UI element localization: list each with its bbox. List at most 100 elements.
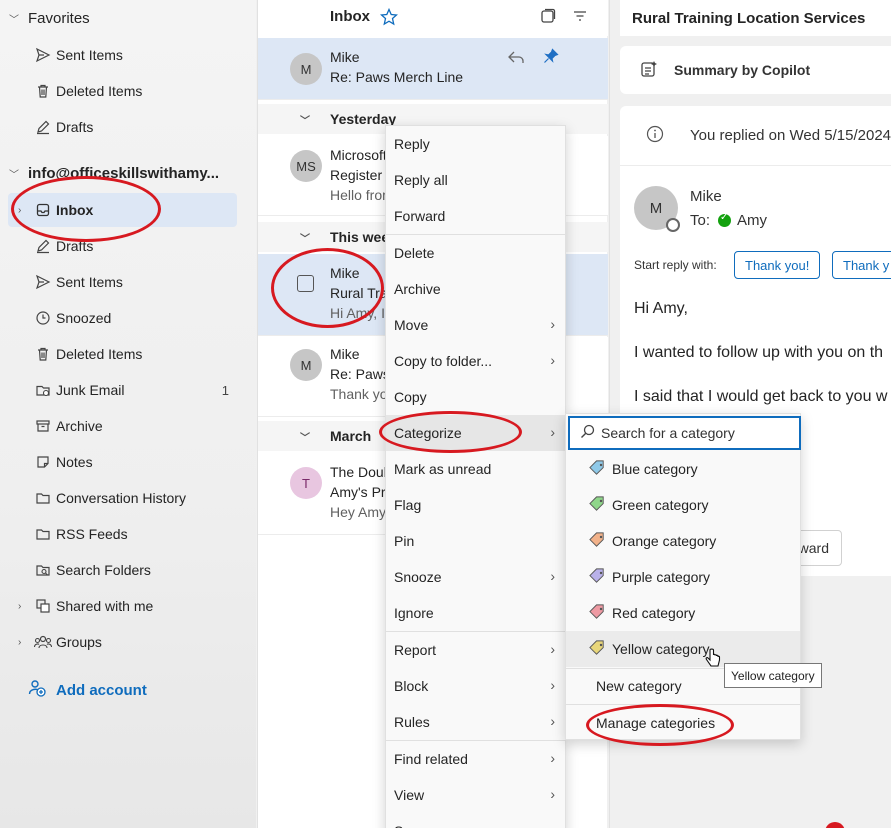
- star-icon[interactable]: [379, 7, 399, 29]
- favorite-drafts[interactable]: Drafts: [8, 110, 237, 144]
- copilot-label: Summary by Copilot: [674, 62, 811, 78]
- chevron-down-icon: ﹀: [300, 233, 310, 245]
- menu-item-copy[interactable]: Copy: [386, 379, 565, 415]
- menu-item-ignore[interactable]: Ignore: [386, 595, 565, 631]
- menu-label: Forward: [394, 208, 446, 224]
- reply-arrow-icon: [507, 49, 525, 68]
- folder-drafts[interactable]: Drafts: [8, 229, 237, 263]
- folder-deleted-items[interactable]: Deleted Items: [8, 337, 237, 371]
- category-label: Red category: [612, 605, 696, 621]
- menu-item-copy-to-folder[interactable]: Copy to folder... ›: [386, 343, 565, 379]
- message-title: Rural Training Location Services: [620, 0, 891, 36]
- menu-label: Flag: [394, 497, 422, 513]
- chevron-down-icon: ﹀: [300, 115, 310, 127]
- select-mode-icon[interactable]: [540, 8, 556, 27]
- tag-shape: [589, 459, 604, 475]
- tag-shape: [589, 567, 604, 583]
- body-text: Hi Amy,: [634, 300, 688, 317]
- menu-item-reply[interactable]: Reply: [386, 126, 565, 162]
- chevron-right-icon: ›: [550, 677, 555, 693]
- folder-inbox[interactable]: › Inbox: [8, 193, 237, 227]
- category-green[interactable]: Green category: [566, 487, 800, 523]
- category-purple[interactable]: Purple category: [566, 559, 800, 595]
- favorite-sent-items[interactable]: Sent Items: [8, 38, 237, 72]
- account-label: info@officeskillswithamy...: [28, 164, 220, 182]
- menu-item-archive[interactable]: Archive: [386, 271, 565, 307]
- pin-icon[interactable]: [543, 48, 559, 67]
- menu-item-snooze[interactable]: Snooze ›: [386, 559, 565, 595]
- avatar-initial: M: [649, 199, 663, 217]
- folder-rss-feeds[interactable]: RSS Feeds: [8, 517, 237, 551]
- folder-groups[interactable]: › Groups: [8, 625, 237, 659]
- add-account-button[interactable]: Add account: [28, 676, 147, 704]
- tag-icon: [588, 459, 608, 479]
- menu-item-categorize[interactable]: Categorize ›: [386, 415, 565, 451]
- filter-icon[interactable]: [572, 8, 588, 27]
- manage-categories-item[interactable]: Manage categories: [566, 705, 800, 741]
- unread-count: 1: [221, 382, 229, 398]
- menu-item-block[interactable]: Block ›: [386, 668, 565, 704]
- message-sender: Microsoft: [330, 147, 387, 163]
- folder-label: Snoozed: [56, 310, 112, 326]
- menu-item-move[interactable]: Move ›: [386, 307, 565, 343]
- chevron-right-icon: ›: [550, 641, 555, 657]
- menu-item-find-related[interactable]: Find related ›: [386, 741, 565, 777]
- folder-label: Search Folders: [56, 562, 151, 578]
- tag-shape: [589, 495, 604, 511]
- folder-junk-email[interactable]: Junk Email 1: [8, 373, 237, 407]
- category-orange[interactable]: Orange category: [566, 523, 800, 559]
- category-label: Orange category: [612, 533, 717, 549]
- menu-item-mark-as-unread[interactable]: Mark as unread: [386, 451, 565, 487]
- menu-item-forward[interactable]: Forward: [386, 198, 565, 234]
- copilot-summary-button[interactable]: Summary by Copilot: [620, 46, 891, 94]
- quick-reply-button[interactable]: Thank y: [832, 251, 891, 279]
- menu-item-pin[interactable]: Pin: [386, 523, 565, 559]
- folder-shared-with-me[interactable]: › Shared with me: [8, 589, 237, 623]
- message-sender: Mike: [330, 49, 360, 65]
- body-text: I wanted to follow up with you on th: [634, 344, 884, 361]
- menu-item-report[interactable]: Report ›: [386, 632, 565, 668]
- menu-item-view[interactable]: View ›: [386, 777, 565, 813]
- folder-label: Drafts: [56, 119, 94, 135]
- account-header[interactable]: ﹀ info@officeskillswithamy...: [0, 158, 219, 188]
- favorites-label: Favorites: [28, 9, 90, 27]
- recipient-name[interactable]: Amy: [737, 212, 767, 229]
- manage-categories-label: Manage categories: [596, 715, 716, 731]
- list-header: Inbox: [258, 0, 608, 36]
- sender-name[interactable]: Mike: [690, 188, 722, 205]
- menu-item-flag[interactable]: Flag: [386, 487, 565, 523]
- sender-avatar[interactable]: M: [634, 186, 680, 232]
- menu-item-reply-all[interactable]: Reply all: [386, 162, 565, 198]
- menu-label: Move: [394, 317, 429, 333]
- folder-sent-items[interactable]: Sent Items: [8, 265, 237, 299]
- quick-reply-button[interactable]: Thank you!: [734, 251, 821, 279]
- folder-search-folders[interactable]: Search Folders: [8, 553, 237, 587]
- category-search-input[interactable]: Search for a category: [568, 416, 801, 450]
- search-icon: [580, 424, 595, 442]
- folder-snoozed[interactable]: Snoozed: [8, 301, 237, 335]
- tag-icon: [588, 603, 608, 623]
- list-item-pinned[interactable]: M Mike Re: Paws Merch Line: [258, 38, 608, 100]
- menu-label: Rules: [394, 714, 430, 730]
- info-icon: [646, 125, 664, 147]
- menu-item-partial[interactable]: S: [386, 813, 565, 828]
- folder-archive[interactable]: Archive: [8, 409, 237, 443]
- favorite-deleted-items[interactable]: Deleted Items: [8, 74, 237, 108]
- trash-icon: [8, 83, 56, 99]
- avatar: M: [290, 349, 322, 381]
- folder-label: Sent Items: [56, 47, 123, 63]
- new-category-label: New category: [596, 678, 682, 694]
- category-yellow[interactable]: Yellow category: [566, 631, 800, 667]
- to-label: To:: [690, 212, 711, 229]
- menu-item-rules[interactable]: Rules ›: [386, 704, 565, 740]
- message-subject: Amy's Pro: [330, 484, 394, 500]
- folder-conversation-history[interactable]: Conversation History: [8, 481, 237, 515]
- category-red[interactable]: Red category: [566, 595, 800, 631]
- folder-notes[interactable]: Notes: [8, 445, 237, 479]
- menu-item-delete[interactable]: Delete: [386, 235, 565, 271]
- favorites-header[interactable]: ﹀ Favorites: [0, 3, 90, 33]
- category-blue[interactable]: Blue category: [566, 451, 800, 487]
- menu-label: Copy to folder...: [394, 353, 493, 369]
- menu-label: Delete: [394, 245, 435, 261]
- message-checkbox[interactable]: [297, 275, 314, 292]
